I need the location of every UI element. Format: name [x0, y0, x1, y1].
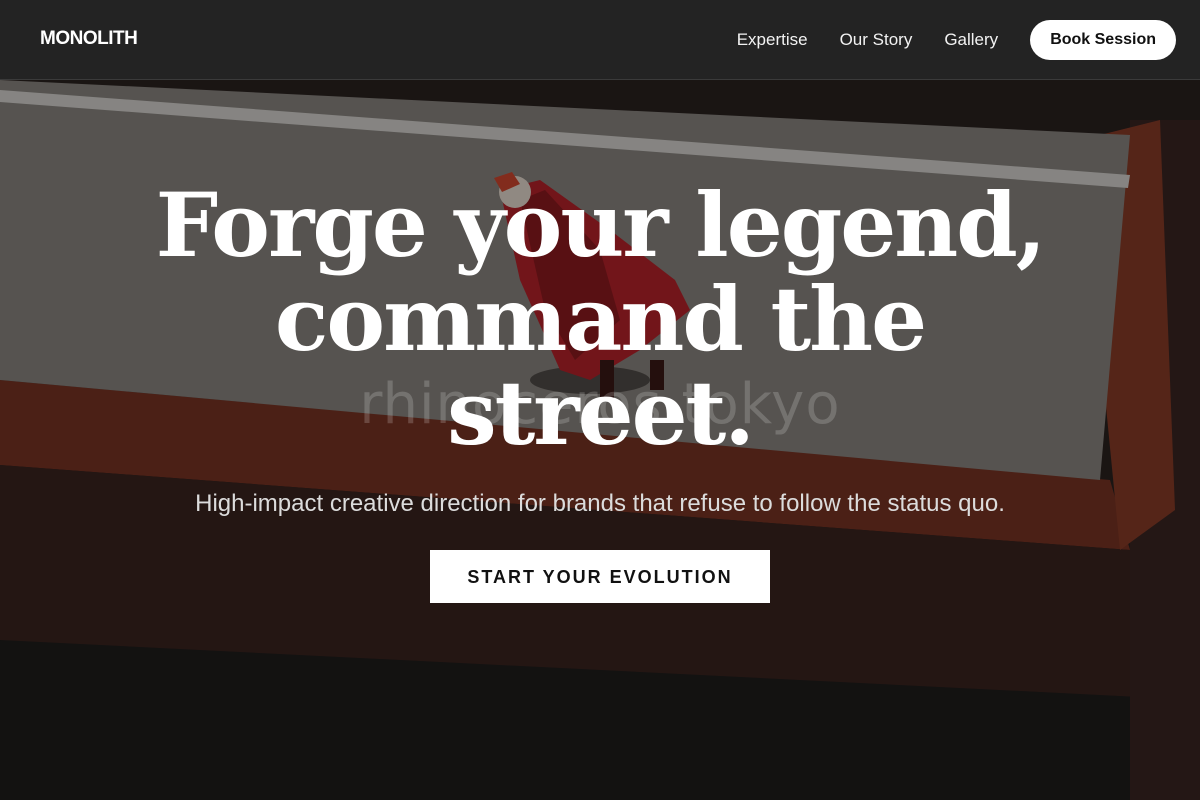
- hero-section: Forge your legend, command the street. H…: [0, 178, 1200, 603]
- start-evolution-button[interactable]: START YOUR EVOLUTION: [430, 550, 770, 603]
- page: MONOLITH Expertise Our Story Gallery Boo…: [0, 0, 1200, 800]
- nav-link-gallery[interactable]: Gallery: [944, 30, 998, 50]
- hero-title-line-3: street.: [447, 361, 755, 465]
- nav-link-expertise[interactable]: Expertise: [737, 30, 808, 50]
- hero-title: Forge your legend, command the street.: [150, 178, 1050, 460]
- main-nav: Expertise Our Story Gallery Book Session: [737, 20, 1176, 60]
- hero-title-line-1: Forge your legend,: [155, 173, 1047, 277]
- site-header: MONOLITH Expertise Our Story Gallery Boo…: [0, 0, 1200, 80]
- nav-link-our-story[interactable]: Our Story: [840, 30, 913, 50]
- brand-logo[interactable]: MONOLITH: [40, 28, 138, 50]
- hero-title-line-2: command the: [274, 267, 927, 371]
- hero-subtitle: High-impact creative direction for brand…: [195, 490, 1005, 517]
- book-session-button[interactable]: Book Session: [1030, 20, 1176, 60]
